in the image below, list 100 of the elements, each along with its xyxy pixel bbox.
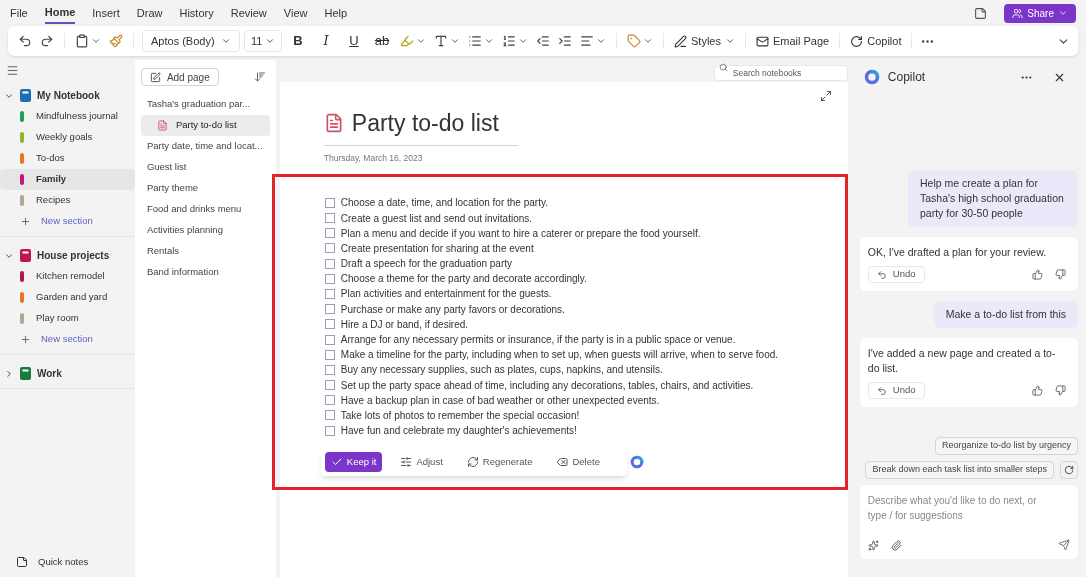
font-size-dropdown[interactable]: 11	[244, 30, 282, 52]
page-item[interactable]: Rentals	[140, 241, 270, 262]
task-text: Create presentation for sharing at the event	[340, 241, 534, 256]
notebook-item[interactable]: My Notebook	[0, 85, 135, 106]
task-checkbox[interactable]	[324, 304, 335, 315]
copilot-title: Copilot	[887, 69, 926, 86]
undo-button[interactable]: Undo	[867, 266, 925, 283]
add-page-button[interactable]: Add page	[140, 68, 219, 86]
task-checkbox[interactable]	[324, 364, 335, 375]
strike-button[interactable]: ab	[370, 31, 394, 51]
delete-button[interactable]: Delete	[550, 452, 606, 473]
notebook-item[interactable]: Work	[0, 363, 135, 384]
menu-tab[interactable]: Insert	[92, 2, 120, 24]
menu-tab[interactable]: File	[10, 2, 28, 24]
search-field[interactable]: Search notebooks	[713, 65, 848, 81]
menu-tab[interactable]: Draw	[136, 2, 163, 24]
task-checkbox[interactable]	[324, 395, 335, 406]
suggestion-chip[interactable]: Break down each task list into smaller steps	[865, 461, 1054, 479]
section-item[interactable]: Play room	[0, 308, 135, 329]
task-checkbox[interactable]	[324, 228, 335, 239]
caret-icon	[518, 36, 528, 46]
menu-tab[interactable]: Help	[324, 2, 348, 24]
task-checkbox[interactable]	[324, 243, 335, 254]
clipboard-icon	[75, 34, 89, 48]
task-checkbox[interactable]	[324, 319, 335, 330]
thumbs-down-icon[interactable]	[1055, 385, 1066, 396]
copilot-button[interactable]: Copilot	[848, 32, 904, 50]
send-icon[interactable]	[1058, 539, 1070, 551]
font-dropdown[interactable]: Aptos (Body)	[142, 30, 240, 52]
notebook-item[interactable]: House projects	[0, 245, 135, 266]
caret-icon	[265, 36, 275, 46]
task-checkbox[interactable]	[324, 213, 335, 224]
page-item[interactable]: Party theme	[140, 178, 270, 199]
font-color-icon	[434, 34, 448, 48]
section-item[interactable]: Mindfulness journal	[0, 106, 135, 127]
chat-input-box[interactable]: Describe what you'd like to do next, or type / for suggestions	[859, 485, 1078, 559]
bulleted-list-icon	[468, 34, 482, 48]
notes-icon[interactable]	[974, 6, 988, 20]
section-item[interactable]: Kitchen remodel	[0, 266, 135, 287]
task-checkbox[interactable]	[324, 273, 335, 284]
task-checkbox[interactable]	[324, 410, 335, 421]
page-item[interactable]: Food and drinks menu	[140, 199, 270, 220]
menu-tab[interactable]: Review	[230, 2, 267, 24]
regenerate-button[interactable]: Regenerate	[460, 452, 539, 473]
task-text: Take lots of photos to remember the special occasion!	[340, 408, 580, 423]
task-checkbox[interactable]	[324, 197, 335, 208]
section-item[interactable]: Garden and yard	[0, 287, 135, 308]
email-page-button[interactable]: Email Page	[753, 32, 832, 50]
task-checkbox[interactable]	[324, 349, 335, 360]
page-item[interactable]: Tasha's graduation par...	[140, 94, 270, 115]
menu-icon[interactable]	[6, 64, 19, 77]
attach-icon[interactable]	[890, 539, 902, 551]
share-button[interactable]: Share	[1004, 3, 1076, 23]
section-item[interactable]: Recipes	[0, 190, 135, 211]
section-item[interactable]: Weekly goals	[0, 127, 135, 148]
task-text: Create a guest list and send out invitations.	[340, 211, 533, 226]
italic-button[interactable]: I	[314, 31, 338, 51]
menu-tab[interactable]: View	[283, 2, 308, 24]
backspace-icon	[556, 456, 569, 469]
page-item[interactable]: Activities planning	[140, 220, 270, 241]
expand-icon[interactable]	[819, 90, 832, 102]
page-icon	[156, 120, 168, 131]
user-message: Make a to-do list from this	[933, 301, 1078, 328]
task-checkbox[interactable]	[324, 258, 335, 269]
chat-input[interactable]: Describe what you'd like to do next, or type / for suggestions	[867, 493, 1070, 525]
styles-button[interactable]: Styles	[672, 32, 737, 50]
menu-tab[interactable]: History	[179, 2, 214, 24]
thumbs-up-icon[interactable]	[1032, 269, 1043, 280]
refresh-suggestions-button[interactable]	[1060, 461, 1078, 479]
note-icon	[16, 555, 28, 568]
page-item[interactable]: Guest list	[140, 157, 270, 178]
task-checkbox[interactable]	[324, 334, 335, 345]
bold-button[interactable]: B	[286, 31, 310, 51]
page-item[interactable]: Band information	[140, 262, 270, 283]
task-checkbox[interactable]	[324, 425, 335, 436]
new-section-link[interactable]: New section	[0, 329, 135, 350]
page-item[interactable]: Party date, time and locat...	[140, 136, 270, 157]
task-checkbox[interactable]	[324, 288, 335, 299]
undo-button[interactable]: Undo	[867, 382, 925, 399]
menu-tab[interactable]: Home	[44, 2, 76, 24]
section-item[interactable]: Family	[0, 169, 135, 190]
caret-icon	[1058, 8, 1068, 18]
task-checkbox[interactable]	[324, 380, 335, 391]
sort-icon[interactable]	[253, 71, 266, 83]
highlighter-icon	[400, 34, 414, 48]
sparkle-icon[interactable]	[867, 539, 879, 551]
thumbs-down-icon[interactable]	[1055, 269, 1066, 280]
adjust-button[interactable]: Adjust	[394, 452, 449, 473]
quick-notes-button[interactable]: Quick notes	[0, 554, 135, 577]
new-section-link[interactable]: New section	[0, 211, 135, 232]
caret-icon	[724, 36, 735, 46]
thumbs-up-icon[interactable]	[1032, 385, 1043, 396]
task-text: Choose a theme for the party and decorate accordingly.	[340, 272, 587, 287]
section-item[interactable]: To-dos	[0, 148, 135, 169]
page-date: Thursday, March 16, 2023	[323, 151, 424, 165]
suggestion-chip[interactable]: Reorganize to-do list by urgency	[934, 437, 1078, 455]
underline-button[interactable]: U	[342, 31, 366, 51]
page-item[interactable]: Party to-do list	[140, 115, 270, 136]
refresh-icon	[1064, 465, 1074, 475]
keep-button[interactable]: Keep it	[324, 452, 383, 473]
